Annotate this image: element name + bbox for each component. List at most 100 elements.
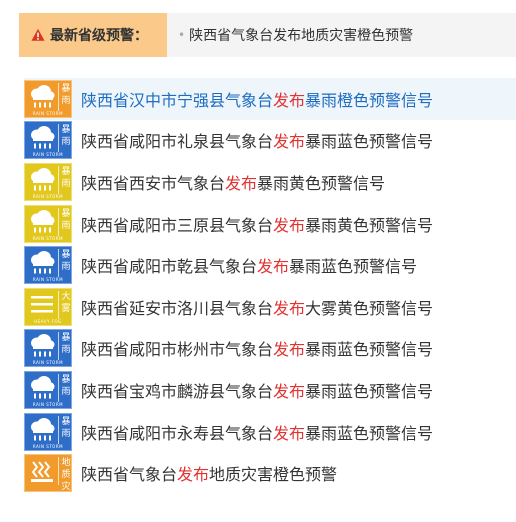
warning-title: 暴雨橙色预警信号 [305, 90, 434, 110]
signal-type-english: RAIN STORM [32, 110, 64, 116]
icon-divider [58, 457, 59, 486]
warning-list: 暴雨 RAIN STORM 陕西省汉中市宁强县气象台发布暴雨橙色预警信号 暴雨 RAIN… [24, 78, 516, 504]
warning-title: 地质灾害橙色预警 [209, 465, 338, 485]
signal-type-english: HEAVY FOG [34, 318, 62, 324]
warning-issued-verb: 发布 [273, 423, 306, 443]
warning-issued-verb: 发布 [273, 90, 306, 110]
provincial-alert-link[interactable]: • 陕西省气象台发布地质灾害橙色预警 [178, 13, 413, 57]
warning-triangle-icon [31, 28, 45, 41]
provincial-alert-label: 最新省级预警： [50, 28, 148, 44]
signal-type-english: RAIN STORM [32, 360, 64, 366]
signal-type-label: 暴雨 [61, 333, 71, 356]
provincial-alert-text: 陕西省气象台发布地质灾害橙色预警 [189, 28, 414, 44]
signal-type-label: 暴雨 [61, 83, 71, 106]
warning-title: 暴雨黄色预警信号 [305, 215, 434, 235]
warning-issuer: 陕西省西安市气象台 [81, 173, 226, 193]
warning-title: 暴雨蓝色预警信号 [305, 132, 434, 152]
signal-type-english: RAIN STORM [32, 401, 64, 407]
rain-cloud-glyph [31, 167, 55, 191]
icon-divider [58, 165, 59, 194]
icon-divider [58, 373, 59, 402]
warning-issued-verb: 发布 [225, 173, 258, 193]
warning-link[interactable]: 陕西省延安市洛川县气象台发布大雾黄色预警信号 [81, 295, 433, 319]
fog-icon: 大雾 HEAVY FOG [24, 287, 72, 326]
warning-link[interactable]: 陕西省汉中市宁强县气象台发布暴雨橙色预警信号 [81, 87, 433, 111]
rain-cloud-glyph [31, 417, 55, 441]
icon-divider [58, 82, 59, 111]
bullet-icon: • [178, 28, 186, 42]
rain-cloud-glyph [31, 126, 55, 149]
rain-cloud-glyph [31, 251, 55, 274]
signal-type-label: 暴雨 [61, 125, 71, 148]
rainstorm-icon: 暴雨 RAIN STORM [24, 79, 72, 118]
warning-item[interactable]: 暴雨 RAIN STORM 陕西省咸阳市乾县气象台发布暴雨蓝色预警信号 [24, 244, 516, 286]
warning-title: 暴雨蓝色预警信号 [305, 423, 434, 443]
rain-cloud-glyph [31, 375, 55, 399]
warning-link[interactable]: 陕西省咸阳市三原县气象台发布暴雨黄色预警信号 [81, 212, 433, 236]
icon-divider [58, 124, 59, 153]
warning-title: 暴雨黄色预警信号 [257, 173, 386, 193]
warning-title: 暴雨蓝色预警信号 [289, 257, 418, 277]
warning-link[interactable]: 陕西省咸阳市永寿县气象台发布暴雨蓝色预警信号 [81, 420, 433, 444]
signal-type-english: RAIN STORM [32, 193, 64, 199]
warning-link[interactable]: 陕西省西安市气象台发布暴雨黄色预警信号 [81, 170, 385, 194]
warning-item[interactable]: 暴雨 RAIN STORM 陕西省咸阳市彬州市气象台发布暴雨蓝色预警信号 [24, 328, 516, 370]
warning-item[interactable]: 暴雨 RAIN STORM 陕西省咸阳市三原县气象台发布暴雨黄色预警信号 [24, 203, 516, 245]
signal-type-english: RAIN STORM [32, 443, 64, 449]
warning-link[interactable]: 陕西省咸阳市礼泉县气象台发布暴雨蓝色预警信号 [81, 128, 433, 152]
icon-divider [58, 249, 59, 278]
warning-issuer: 陕西省咸阳市永寿县气象台 [81, 423, 274, 443]
rain-cloud-glyph [31, 84, 55, 108]
warning-link[interactable]: 陕西省咸阳市彬州市气象台发布暴雨蓝色预警信号 [81, 336, 433, 360]
icon-divider [58, 207, 59, 236]
warning-issued-verb: 发布 [273, 298, 306, 318]
geohazard-glyph [31, 461, 53, 483]
warning-item[interactable]: 暴雨 RAIN STORM 陕西省汉中市宁强县气象台发布暴雨橙色预警信号 [24, 78, 516, 120]
warning-item[interactable]: 暴雨 RAIN STORM 陕西省西安市气象台发布暴雨黄色预警信号 [24, 161, 516, 203]
warning-issuer: 陕西省咸阳市礼泉县气象台 [81, 132, 274, 152]
icon-divider [58, 415, 59, 444]
rainstorm-icon: 暴雨 RAIN STORM [24, 329, 72, 368]
warning-link[interactable]: 陕西省气象台发布地质灾害橙色预警 [81, 461, 337, 485]
warning-issuer: 陕西省咸阳市乾县气象台 [81, 257, 258, 277]
signal-type-label: 暴雨 [61, 416, 71, 439]
signal-type-english: RAIN STORM [32, 277, 64, 283]
provincial-alert-bar: 最新省级预警： • 陕西省气象台发布地质灾害橙色预警 [19, 13, 516, 57]
warning-issued-verb: 发布 [273, 132, 306, 152]
warning-issued-verb: 发布 [273, 340, 306, 360]
signal-type-label: 暴雨 [61, 166, 71, 189]
icon-divider [58, 332, 59, 361]
signal-type-label: 暴雨 [61, 374, 71, 397]
rainstorm-icon: 暴雨 RAIN STORM [24, 370, 72, 409]
warning-item[interactable]: 地质灾害 陕西省气象台发布地质灾害橙色预警 [24, 452, 516, 504]
warning-item[interactable]: 暴雨 RAIN STORM 陕西省咸阳市永寿县气象台发布暴雨蓝色预警信号 [24, 411, 516, 453]
warning-issuer: 陕西省汉中市宁强县气象台 [81, 90, 274, 110]
warning-issued-verb: 发布 [257, 257, 290, 277]
warning-issuer: 陕西省气象台 [81, 465, 178, 485]
rainstorm-icon: 暴雨 RAIN STORM [24, 204, 72, 243]
signal-type-english: RAIN STORM [32, 235, 64, 241]
warning-title: 暴雨蓝色预警信号 [305, 381, 434, 401]
warning-item[interactable]: 暴雨 RAIN STORM 陕西省咸阳市礼泉县气象台发布暴雨蓝色预警信号 [24, 120, 516, 162]
rainstorm-icon: 暴雨 RAIN STORM [24, 412, 72, 451]
warning-issued-verb: 发布 [273, 381, 306, 401]
rain-cloud-glyph [31, 209, 55, 233]
rainstorm-icon: 暴雨 RAIN STORM [24, 162, 72, 201]
warning-title: 暴雨蓝色预警信号 [305, 340, 434, 360]
signal-type-label: 暴雨 [61, 208, 71, 231]
warning-item[interactable]: 暴雨 RAIN STORM 陕西省宝鸡市麟游县气象台发布暴雨蓝色预警信号 [24, 369, 516, 411]
rain-cloud-glyph [31, 334, 55, 357]
warning-issuer: 陕西省咸阳市三原县气象台 [81, 215, 274, 235]
signal-type-label: 大雾 [61, 291, 71, 314]
fog-lines-glyph [31, 295, 53, 313]
warning-issued-verb: 发布 [177, 465, 210, 485]
warning-link[interactable]: 陕西省咸阳市乾县气象台发布暴雨蓝色预警信号 [81, 253, 417, 277]
warning-link[interactable]: 陕西省宝鸡市麟游县气象台发布暴雨蓝色预警信号 [81, 378, 433, 402]
warning-issuer: 陕西省宝鸡市麟游县气象台 [81, 381, 274, 401]
signal-type-label: 地质灾害 [61, 458, 71, 505]
warning-issuer: 陕西省咸阳市彬州市气象台 [81, 340, 274, 360]
provincial-alert-label-box: 最新省级预警： [19, 13, 167, 57]
warning-title: 大雾黄色预警信号 [305, 298, 434, 318]
icon-divider [58, 290, 59, 319]
warning-item[interactable]: 大雾 HEAVY FOG 陕西省延安市洛川县气象台发布大雾黄色预警信号 [24, 286, 516, 328]
